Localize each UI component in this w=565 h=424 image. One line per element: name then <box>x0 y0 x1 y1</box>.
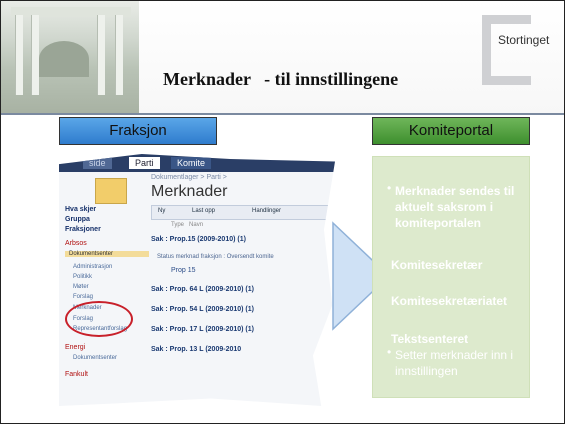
sharepoint-screenshot: side Parti Komite Dokumentlager > Parti … <box>59 154 335 406</box>
tab-side[interactable]: side <box>83 157 112 169</box>
tab-komite[interactable]: Komite <box>171 157 212 169</box>
nav-energi[interactable]: Energi <box>65 344 85 351</box>
bullet-merknader: Merknader sendes til aktuelt saksrom i k… <box>395 184 515 230</box>
highlight-ellipse <box>65 301 133 337</box>
page-title: Merknader - til innstillingene <box>163 69 399 89</box>
library-title: Merknader <box>151 183 228 200</box>
nav-hva-skjer[interactable]: Hva skjer <box>65 206 96 213</box>
komiteportal-panel: Merknader sendes til aktuelt saksrom i k… <box>372 156 530 398</box>
logo-text: Stortinget <box>498 33 550 47</box>
nav-fankult[interactable]: Fankult <box>65 371 88 378</box>
nav-item[interactable]: Politikk <box>73 274 92 280</box>
column <box>97 15 105 95</box>
folder-icon <box>95 178 127 204</box>
column <box>115 15 123 95</box>
list-item[interactable]: Sak : Prop. 64 L (2009-2010) (1) <box>151 286 335 293</box>
type-header[interactable]: Type <box>171 222 184 228</box>
column-headers: Type Navn <box>171 222 203 228</box>
upload-button[interactable]: Last opp <box>192 208 215 214</box>
header-divider <box>1 113 564 115</box>
new-button[interactable]: Ny <box>158 208 165 214</box>
fraksjon-button[interactable]: Fraksjon <box>59 117 217 145</box>
column <box>15 15 23 95</box>
bullet-setter: Setter merknader inn i innstillingen <box>395 348 514 378</box>
nav-dokumentsenter[interactable]: Dokumentsenter <box>65 251 149 257</box>
nav-item[interactable]: Forslag <box>73 294 93 300</box>
nav-item[interactable]: Møter <box>73 284 89 290</box>
bullet-icon: • <box>387 345 392 359</box>
nav-arbsos[interactable]: Arbsos <box>65 240 87 247</box>
list-item-doc[interactable]: Prop 15 <box>171 267 335 274</box>
tekstsenteret: Tekstsenteret <box>391 332 469 346</box>
komitesekretaeriatet: Komitesekretæriatet <box>391 294 508 308</box>
top-nav-bar: side Parti Komite <box>59 154 335 172</box>
list-item[interactable]: Sak : Prop. 54 L (2009-2010) (1) <box>151 306 335 313</box>
nav-gruppa[interactable]: Gruppa <box>65 216 90 223</box>
list-item-status[interactable]: Status merknad fraksjon : Oversendt komi… <box>157 254 335 260</box>
list-item[interactable]: Sak : Prop. 13 L (2009-2010 <box>151 346 335 353</box>
komiteportal-button[interactable]: Komiteportal <box>372 117 530 145</box>
list-item[interactable]: Sak : Prop.15 (2009-2010) (1) <box>151 236 335 243</box>
tab-parti[interactable]: Parti <box>129 157 160 169</box>
dome <box>39 41 89 77</box>
nav-item[interactable]: Dokumentsenter <box>73 355 117 361</box>
slide: Stortinget Merknader - til innstillingen… <box>0 0 565 424</box>
building-roof <box>11 7 131 17</box>
bullet-icon: • <box>387 181 392 195</box>
name-header[interactable]: Navn <box>189 222 203 228</box>
parliament-photo <box>1 1 139 113</box>
list-item[interactable]: Sak : Prop. 17 L (2009-2010) (1) <box>151 326 335 333</box>
nav-fraksjoner[interactable]: Fraksjoner <box>65 226 101 233</box>
actions-button[interactable]: Handlinger <box>252 208 281 214</box>
komitesekretaer: Komitesekretær <box>391 258 483 272</box>
logo-bracket <box>482 15 531 85</box>
column <box>31 15 39 95</box>
breadcrumb[interactable]: Dokumentlager > Parti > <box>151 174 227 181</box>
toolbar: Ny Last opp Handlinger <box>151 205 335 220</box>
nav-item[interactable]: Administrasjon <box>73 264 112 270</box>
